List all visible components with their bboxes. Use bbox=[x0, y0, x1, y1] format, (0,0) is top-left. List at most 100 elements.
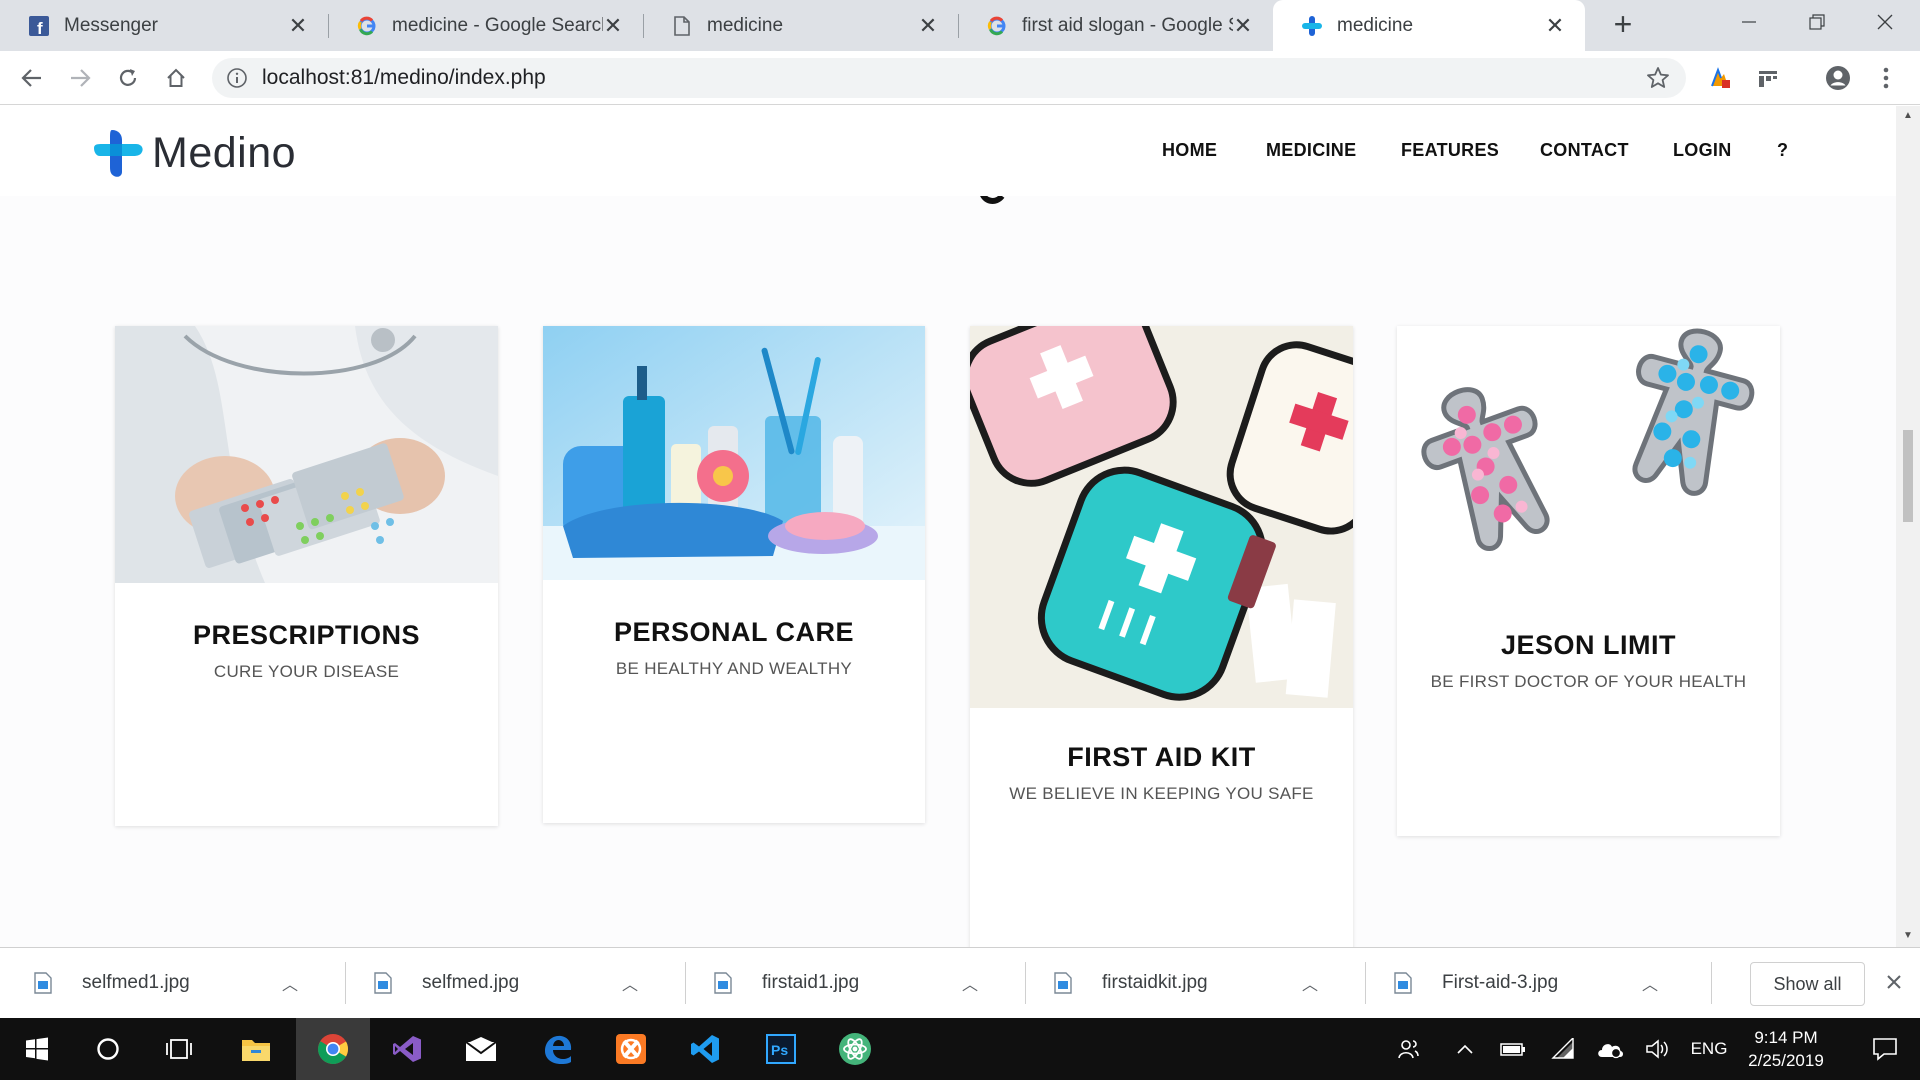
browser-toolbar: localhost:81/medino/index.php bbox=[0, 51, 1920, 105]
nav-help[interactable]: ? bbox=[1777, 140, 1788, 161]
minimize-icon[interactable] bbox=[1714, 0, 1784, 44]
show-hidden-icons-icon[interactable] bbox=[1450, 1018, 1480, 1080]
download-item[interactable]: selfmed.jpg ︿ bbox=[374, 948, 668, 1018]
download-filename: firstaidkit.jpg bbox=[1102, 972, 1208, 993]
svg-text:Ps: Ps bbox=[771, 1042, 788, 1058]
image-file-icon bbox=[374, 972, 392, 994]
atom-icon[interactable] bbox=[818, 1018, 892, 1080]
nav-contact[interactable]: CONTACT bbox=[1540, 140, 1629, 161]
bookmark-star-icon[interactable] bbox=[1646, 66, 1670, 95]
mail-icon[interactable] bbox=[444, 1018, 518, 1080]
site-logo[interactable]: Medino bbox=[92, 128, 296, 178]
photoshop-icon[interactable]: Ps bbox=[744, 1018, 818, 1080]
svg-text:f: f bbox=[37, 19, 43, 36]
download-item[interactable]: firstaid1.jpg ︿ bbox=[714, 948, 1008, 1018]
site-navbar: Medino HOME MEDICINE FEATURES CONTACT LO… bbox=[0, 106, 1896, 196]
extension-reader-icon[interactable] bbox=[1750, 60, 1786, 96]
card-first-aid-kit[interactable]: FIRST AID KIT WE BELIEVE IN KEEPING YOU … bbox=[970, 326, 1353, 947]
download-filename: selfmed1.jpg bbox=[82, 972, 190, 993]
download-item[interactable]: selfmed1.jpg ︿ bbox=[34, 948, 328, 1018]
download-divider bbox=[1365, 962, 1366, 1004]
image-file-icon bbox=[34, 972, 52, 994]
visual-studio-icon[interactable] bbox=[370, 1018, 444, 1080]
facebook-icon: f bbox=[28, 15, 50, 37]
chevron-up-icon[interactable]: ︿ bbox=[1642, 971, 1658, 995]
image-file-icon bbox=[1054, 972, 1072, 994]
tab-medicine-active[interactable]: medicine ✕ bbox=[1273, 0, 1585, 51]
tab-title: Messenger bbox=[64, 14, 158, 36]
wifi-icon[interactable] bbox=[1546, 1018, 1580, 1080]
clock-time: 9:14 PM bbox=[1754, 1028, 1818, 1047]
close-downloads-icon[interactable] bbox=[1880, 968, 1908, 996]
nav-login[interactable]: LOGIN bbox=[1673, 140, 1732, 161]
tab-close-icon[interactable]: ✕ bbox=[1545, 13, 1565, 39]
tab-first-aid-search[interactable]: first aid slogan - Google Se ✕ bbox=[958, 0, 1273, 51]
people-icon[interactable] bbox=[1390, 1018, 1426, 1080]
scrollbar-thumb[interactable] bbox=[1903, 430, 1913, 522]
onedrive-icon[interactable] bbox=[1592, 1018, 1628, 1080]
chevron-up-icon[interactable]: ︿ bbox=[962, 971, 978, 995]
tab-close-icon[interactable]: ✕ bbox=[288, 13, 308, 39]
nav-home[interactable]: HOME bbox=[1162, 140, 1217, 161]
vscode-icon[interactable] bbox=[668, 1018, 742, 1080]
tab-title: first aid slogan - Google Se bbox=[1022, 14, 1233, 36]
address-bar[interactable]: localhost:81/medino/index.php bbox=[212, 58, 1686, 98]
tab-medicine-search[interactable]: medicine - Google Search ✕ bbox=[328, 0, 643, 51]
back-icon[interactable] bbox=[14, 60, 50, 96]
menu-kebab-icon[interactable] bbox=[1868, 60, 1904, 96]
action-center-icon[interactable] bbox=[1850, 1018, 1920, 1080]
card-personal-care[interactable]: PERSONAL CARE BE HEALTHY AND WEALTHY bbox=[543, 326, 925, 823]
windows-taskbar: Ps ENG 9:14 PM 2/25/2019 bbox=[0, 1018, 1920, 1080]
chevron-up-icon[interactable]: ︿ bbox=[1302, 971, 1318, 995]
chrome-icon[interactable] bbox=[296, 1018, 370, 1080]
system-clock[interactable]: 9:14 PM 2/25/2019 bbox=[1724, 1026, 1848, 1072]
info-icon[interactable] bbox=[226, 67, 248, 89]
home-icon[interactable] bbox=[158, 60, 194, 96]
tab-messenger[interactable]: f Messenger ✕ bbox=[0, 0, 328, 51]
battery-icon[interactable] bbox=[1496, 1018, 1530, 1080]
forward-icon[interactable] bbox=[62, 60, 98, 96]
download-filename: firstaid1.jpg bbox=[762, 972, 860, 993]
nav-medicine[interactable]: MEDICINE bbox=[1266, 140, 1356, 161]
card-prescriptions[interactable]: PRESCRIPTIONS CURE YOUR DISEASE bbox=[115, 326, 498, 826]
scroll-up-icon[interactable]: ▲ bbox=[1903, 110, 1913, 121]
edge-icon[interactable] bbox=[520, 1018, 594, 1080]
task-view-icon[interactable] bbox=[142, 1018, 216, 1080]
url-text[interactable]: localhost:81/medino/index.php bbox=[262, 66, 546, 90]
show-all-button[interactable]: Show all bbox=[1750, 962, 1865, 1006]
first-aid-kit-image bbox=[970, 326, 1353, 708]
tab-close-icon[interactable]: ✕ bbox=[1233, 13, 1253, 39]
card-subtitle: BE HEALTHY AND WEALTHY bbox=[615, 659, 853, 678]
nav-features[interactable]: FEATURES bbox=[1401, 140, 1499, 161]
tab-close-icon[interactable]: ✕ bbox=[603, 13, 623, 39]
download-divider bbox=[685, 962, 686, 1004]
download-item[interactable]: First-aid-3.jpg ︿ bbox=[1394, 948, 1688, 1018]
profile-avatar-icon[interactable] bbox=[1820, 60, 1856, 96]
download-item[interactable]: firstaidkit.jpg ︿ bbox=[1054, 948, 1348, 1018]
new-tab-icon[interactable]: + bbox=[1604, 6, 1642, 44]
file-explorer-icon[interactable] bbox=[219, 1018, 293, 1080]
card-subtitle: WE BELIEVE IN KEEPING YOU SAFE bbox=[1009, 784, 1314, 803]
xampp-icon[interactable] bbox=[594, 1018, 668, 1080]
card-jeson-limit[interactable]: JESON LIMIT BE FIRST DOCTOR OF YOUR HEAL… bbox=[1397, 326, 1780, 836]
download-divider bbox=[1711, 962, 1712, 1004]
close-window-icon[interactable] bbox=[1850, 0, 1920, 44]
tab-close-icon[interactable]: ✕ bbox=[918, 13, 938, 39]
cortana-icon[interactable] bbox=[71, 1018, 145, 1080]
reload-icon[interactable] bbox=[110, 60, 146, 96]
extension-analytics-icon[interactable] bbox=[1702, 60, 1738, 96]
google-icon bbox=[356, 15, 378, 37]
tab-medicine-page[interactable]: medicine ✕ bbox=[643, 0, 958, 51]
clock-date: 2/25/2019 bbox=[1748, 1051, 1824, 1070]
windows-start-icon[interactable] bbox=[0, 1018, 74, 1080]
restore-icon[interactable] bbox=[1782, 0, 1852, 44]
image-file-icon bbox=[1394, 972, 1412, 994]
volume-icon[interactable] bbox=[1640, 1018, 1674, 1080]
medino-icon bbox=[1301, 15, 1323, 37]
chevron-up-icon[interactable]: ︿ bbox=[282, 971, 298, 995]
scroll-down-icon[interactable]: ▼ bbox=[1903, 930, 1913, 941]
tab-title: medicine bbox=[707, 14, 784, 36]
tab-strip: f Messenger ✕ medicine - Google Search ✕… bbox=[0, 0, 1920, 51]
chevron-up-icon[interactable]: ︿ bbox=[622, 971, 638, 995]
page-scrollbar[interactable]: ▲ ▼ bbox=[1896, 106, 1920, 947]
